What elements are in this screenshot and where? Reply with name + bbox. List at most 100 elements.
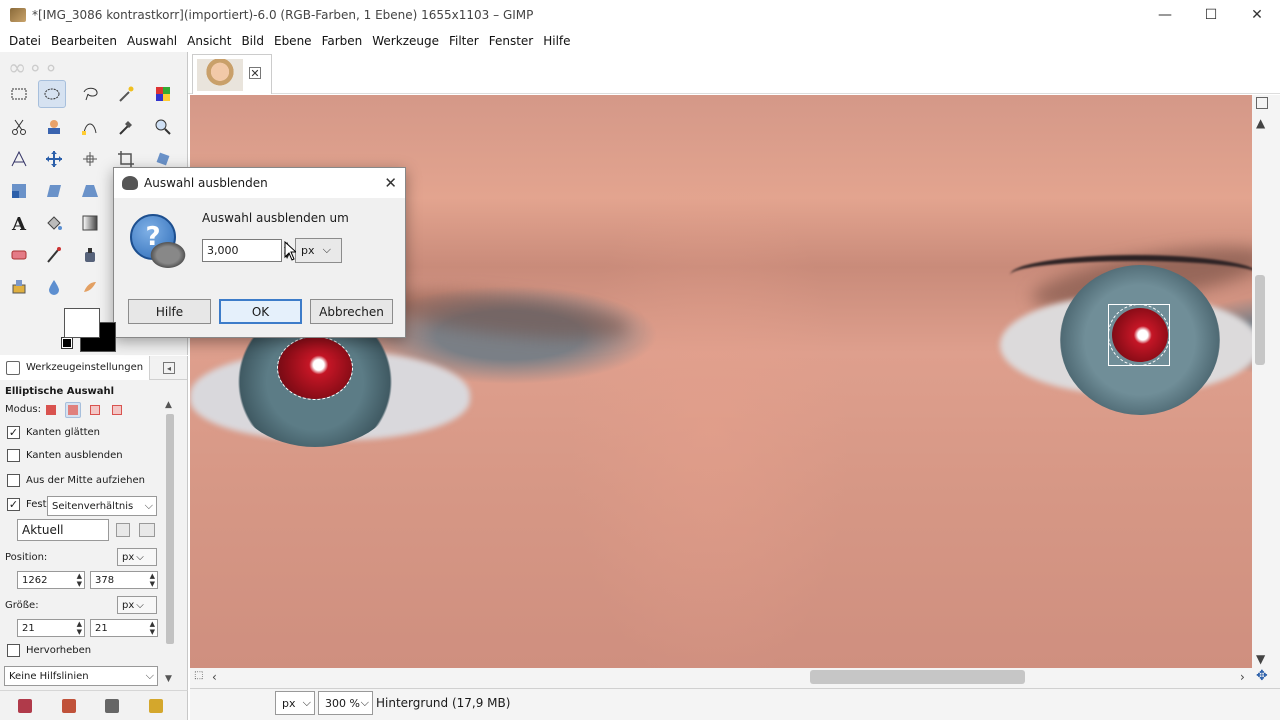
scroll-down-icon[interactable]: ▼ xyxy=(1256,652,1265,666)
zoom-to-fit-icon[interactable] xyxy=(1256,97,1268,109)
aspect-value-input[interactable]: Aktuell xyxy=(17,519,109,541)
spin-arrows-icon[interactable]: ▲▼ xyxy=(77,572,82,588)
measure-tool[interactable] xyxy=(5,145,33,173)
menu-bearbeiten[interactable]: Bearbeiten xyxy=(46,34,122,48)
scroll-down-icon[interactable]: ▼ xyxy=(165,674,172,684)
help-button[interactable]: Hilfe xyxy=(128,299,211,324)
vertical-scroll-thumb[interactable] xyxy=(1255,275,1265,365)
smudge-tool[interactable] xyxy=(76,273,104,301)
landscape-icon[interactable] xyxy=(139,523,155,537)
menu-fenster[interactable]: Fenster xyxy=(484,34,539,48)
guides-select[interactable]: Keine Hilfslinien ⌵ xyxy=(4,666,158,686)
paintbrush-tool[interactable] xyxy=(40,241,68,269)
tool-options-scrollbar[interactable]: ▲ ▼ xyxy=(163,396,177,686)
ellipse-select-tool[interactable] xyxy=(38,80,66,108)
menu-ansicht[interactable]: Ansicht xyxy=(182,34,236,48)
menu-ebene[interactable]: Ebene xyxy=(269,34,317,48)
unit-select[interactable]: px ⌵ xyxy=(275,691,315,715)
cancel-button[interactable]: Abbrechen xyxy=(310,299,393,324)
menu-filter[interactable]: Filter xyxy=(444,34,484,48)
restore-options-icon[interactable] xyxy=(62,699,76,713)
foreground-select-tool[interactable] xyxy=(40,113,68,141)
scissors-tool[interactable] xyxy=(5,113,33,141)
spin-arrows-icon[interactable]: ▲▼ xyxy=(77,620,82,636)
menu-werkzeuge[interactable]: Werkzeuge xyxy=(367,34,444,48)
bucket-fill-tool[interactable] xyxy=(40,209,68,237)
highlight-checkbox[interactable] xyxy=(7,644,20,657)
navigate-icon[interactable]: ✥ xyxy=(1256,668,1268,684)
blend-tool[interactable] xyxy=(76,209,104,237)
horizontal-scroll-thumb[interactable] xyxy=(810,670,1025,684)
fixed-mode-select[interactable]: Seitenverhältnis ⌵ xyxy=(47,496,157,516)
delete-options-icon[interactable] xyxy=(105,699,119,713)
mode-subtract-icon[interactable] xyxy=(87,402,103,418)
portrait-icon[interactable] xyxy=(116,523,130,537)
mode-intersect-icon[interactable] xyxy=(109,402,125,418)
tab-tool-options[interactable]: Werkzeugeinstellungen xyxy=(0,355,151,380)
feather-option[interactable]: Kanten ausblenden xyxy=(7,449,123,462)
shear-tool[interactable] xyxy=(40,177,68,205)
fixed-option[interactable]: ✓ Fest: xyxy=(7,498,50,511)
paths-tool[interactable] xyxy=(76,113,104,141)
selection-handle[interactable] xyxy=(1158,354,1170,366)
feather-radius-input[interactable]: 3,000 xyxy=(202,239,282,262)
antialias-checkbox[interactable]: ✓ xyxy=(7,426,20,439)
antialias-option[interactable]: ✓ Kanten glätten xyxy=(7,426,100,439)
horizontal-scrollbar[interactable] xyxy=(190,668,1280,688)
size-width-input[interactable]: 21 ▲ ▼ xyxy=(17,619,85,637)
from-center-option[interactable]: Aus der Mitte aufziehen xyxy=(7,474,145,487)
clone-tool[interactable] xyxy=(5,273,33,301)
selection-handle[interactable] xyxy=(1108,354,1120,366)
color-select-tool[interactable] xyxy=(149,80,177,108)
scroll-right-icon[interactable]: › xyxy=(1240,670,1245,684)
scroll-thumb[interactable] xyxy=(166,414,174,644)
left-ellipse-selection[interactable] xyxy=(277,336,353,400)
eraser-tool[interactable] xyxy=(5,241,33,269)
zoom-select[interactable]: 300 % ⌵ xyxy=(318,691,373,715)
scroll-up-icon[interactable]: ▲ xyxy=(165,400,172,410)
close-icon[interactable]: ✕ xyxy=(384,174,397,192)
panel-menu-icon[interactable]: ◂ xyxy=(163,362,175,374)
quick-mask-icon[interactable]: ⬚ xyxy=(194,670,203,681)
dialog-unit-select[interactable]: px ⌵ xyxy=(295,238,342,263)
feather-checkbox[interactable] xyxy=(7,449,20,462)
ink-tool[interactable] xyxy=(76,241,104,269)
zoom-tool[interactable] xyxy=(149,113,177,141)
image-tab[interactable]: ✕ xyxy=(192,54,272,94)
menu-datei[interactable]: Datei xyxy=(4,34,46,48)
scroll-up-icon[interactable]: ▲ xyxy=(1256,116,1265,130)
ok-button[interactable]: OK xyxy=(219,299,302,324)
selection-handle[interactable] xyxy=(1108,304,1120,316)
text-tool[interactable]: A xyxy=(5,209,33,237)
mode-add-icon[interactable] xyxy=(65,402,81,418)
lasso-tool[interactable] xyxy=(76,80,104,108)
spin-arrows-icon[interactable]: ▲▼ xyxy=(150,620,155,636)
minimize-button[interactable]: — xyxy=(1142,0,1188,30)
maximize-button[interactable]: ☐ xyxy=(1188,0,1234,30)
foreground-color-swatch[interactable] xyxy=(64,308,100,338)
reset-options-icon[interactable] xyxy=(149,699,163,713)
menu-farben[interactable]: Farben xyxy=(317,34,368,48)
color-picker-tool[interactable] xyxy=(112,113,140,141)
align-tool[interactable] xyxy=(76,145,104,173)
scale-tool[interactable] xyxy=(5,177,33,205)
highlight-option[interactable]: Hervorheben xyxy=(7,644,91,657)
size-height-input[interactable]: 21 ▲ ▼ xyxy=(90,619,158,637)
position-x-input[interactable]: 1262 ▲ ▼ xyxy=(17,571,85,589)
scroll-left-icon[interactable]: ‹ xyxy=(212,670,217,684)
menu-hilfe[interactable]: Hilfe xyxy=(538,34,575,48)
default-colors-icon[interactable] xyxy=(61,337,73,349)
size-unit-select[interactable]: px ⌵ xyxy=(117,596,157,614)
close-icon[interactable]: ✕ xyxy=(249,67,261,79)
spin-arrows-icon[interactable]: ▲▼ xyxy=(150,572,155,588)
blur-tool[interactable] xyxy=(40,273,68,301)
close-window-button[interactable]: ✕ xyxy=(1234,0,1280,30)
position-unit-select[interactable]: px ⌵ xyxy=(117,548,157,566)
mode-replace-icon[interactable] xyxy=(43,402,59,418)
menu-auswahl[interactable]: Auswahl xyxy=(122,34,182,48)
move-tool[interactable] xyxy=(40,145,68,173)
rect-select-tool[interactable] xyxy=(5,80,33,108)
selection-handle[interactable] xyxy=(1158,304,1170,316)
position-y-input[interactable]: 378 ▲ ▼ xyxy=(90,571,158,589)
perspective-tool[interactable] xyxy=(76,177,104,205)
